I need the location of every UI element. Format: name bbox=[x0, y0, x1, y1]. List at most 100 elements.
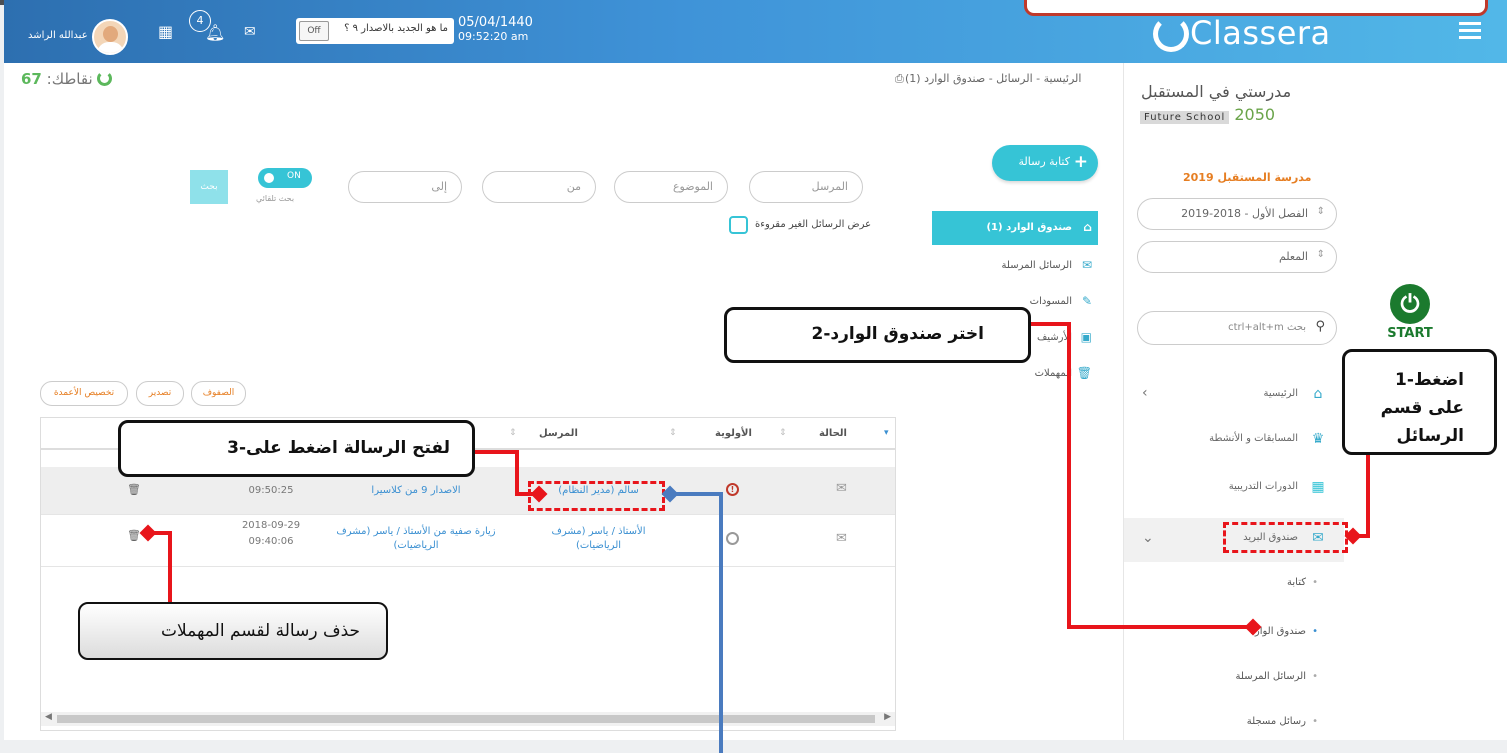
connector-line bbox=[515, 450, 519, 495]
search-icon: ⚲ bbox=[1315, 319, 1325, 334]
whats-new-box[interactable]: Off ما هو الجديد بالاصدار ٩ ؟ bbox=[296, 18, 454, 44]
mail-nav-sent[interactable]: الرسائل المرسلة ✉ bbox=[932, 249, 1098, 283]
sort-icon[interactable]: ⇕ bbox=[509, 428, 517, 438]
horizontal-scrollbar[interactable]: ◀ ▶ bbox=[41, 712, 895, 726]
date-from-input[interactable]: من bbox=[482, 171, 596, 203]
trash-icon[interactable]: 🗑︎ bbox=[127, 529, 141, 542]
classera-logo-icon bbox=[1153, 16, 1189, 52]
term-select[interactable]: الفصل الأول - 2018-2019 bbox=[1137, 198, 1337, 230]
unread-checkbox[interactable] bbox=[729, 216, 748, 234]
print-icon[interactable]: ⎙ bbox=[895, 72, 904, 86]
mail-nav-inbox[interactable]: صندوق الوارد (1) ⌂ bbox=[932, 211, 1098, 245]
compose-label: كتابة رسالة bbox=[1018, 155, 1071, 168]
subject-link[interactable]: الاصدار 9 من كلاسيرا bbox=[341, 484, 491, 498]
breadcrumb[interactable]: الرئيسية - الرسائل - صندوق الوارد (1) bbox=[905, 72, 1081, 85]
mail-icon[interactable]: ✉ bbox=[244, 24, 256, 40]
subject-link[interactable]: زيارة صفية من الأستاذ / ياسر (مشرف الريا… bbox=[331, 525, 501, 553]
envelope-icon: ✉ bbox=[836, 481, 847, 496]
avatar[interactable] bbox=[92, 19, 128, 55]
sidebar-item-label: المسابقات و الأنشطة bbox=[1209, 433, 1298, 444]
trophy-icon: ♛ bbox=[1311, 431, 1325, 447]
col-sender[interactable]: المرسل bbox=[539, 428, 578, 439]
sidebar-item-label: الدورات التدريبية bbox=[1228, 481, 1298, 492]
sort-icon[interactable]: ⇕ bbox=[669, 428, 677, 438]
step1-callout: 1-اضغط على قسم الرسائل bbox=[1342, 349, 1497, 455]
school-title: مدرسة المستقبل 2019 bbox=[1183, 171, 1312, 184]
sidebar-sub-compose[interactable]: كتابة bbox=[1124, 577, 1324, 588]
inbox-icon: ⌂ bbox=[1083, 220, 1092, 234]
whats-new-toggle[interactable]: Off bbox=[299, 21, 329, 41]
connector-line bbox=[475, 450, 519, 454]
high-priority-icon: ! bbox=[726, 483, 739, 496]
connector-line bbox=[1031, 322, 1071, 326]
compose-button[interactable]: كتابة رسالة + bbox=[992, 145, 1098, 181]
connector-line bbox=[671, 492, 723, 496]
building-icon[interactable]: ▦ bbox=[158, 22, 173, 41]
connector-line bbox=[168, 531, 172, 602]
top-annotation-box bbox=[1024, 0, 1488, 16]
chevron-down-icon: ⌄ bbox=[1142, 530, 1154, 546]
customize-columns-button[interactable]: تخصيص الأعمدة bbox=[40, 381, 128, 406]
sidebar-search-input[interactable]: ctrl+alt+m بحث ⚲ bbox=[1137, 311, 1337, 345]
auto-search-label: بحث تلقائي bbox=[256, 194, 295, 203]
step3-callout: 3-لفتح الرسالة اضغط على bbox=[118, 420, 475, 477]
date-to-input[interactable]: إلى bbox=[348, 171, 462, 203]
rows-button[interactable]: الصفوف bbox=[191, 381, 246, 406]
connector-line bbox=[719, 492, 723, 753]
future-school-logo: Future School 2050 bbox=[1140, 105, 1275, 124]
mail-nav-label: صندوق الوارد (1) bbox=[986, 222, 1072, 233]
time-cell: 09:50:25 bbox=[248, 485, 294, 496]
plus-icon: + bbox=[1073, 152, 1088, 172]
col-status[interactable]: الحالة bbox=[819, 428, 847, 439]
sort-icon[interactable]: ▾ bbox=[884, 428, 889, 438]
points-icon bbox=[97, 71, 113, 86]
date-display: 05/04/1440 09:52:20 am bbox=[458, 16, 533, 44]
scroll-left-icon[interactable]: ◀ bbox=[45, 712, 52, 722]
menu-icon[interactable] bbox=[1459, 22, 1481, 40]
sidebar-item-label: الرئيسية bbox=[1263, 388, 1298, 399]
sidebar-item-competitions[interactable]: المسابقات و الأنشطة ♛ bbox=[1124, 423, 1344, 457]
chevron-left-icon: ‹ bbox=[1142, 385, 1148, 401]
search-button[interactable]: بحث bbox=[190, 170, 228, 204]
sidebar-sub-sent[interactable]: الرسائل المرسلة bbox=[1124, 671, 1324, 682]
subject-filter-input[interactable]: الموضوع bbox=[614, 171, 728, 203]
toggle-on-label: ON bbox=[287, 171, 301, 181]
step2-callout: 2-اختر صندوق الوارد bbox=[724, 307, 1031, 363]
sidebar-item-courses[interactable]: الدورات التدريبية ▦ bbox=[1124, 471, 1344, 505]
trash-icon[interactable]: 🗑︎ bbox=[127, 483, 141, 496]
role-select[interactable]: المعلم bbox=[1137, 241, 1337, 273]
connector-line bbox=[1366, 455, 1370, 537]
power-icon: ⏻ bbox=[1390, 284, 1430, 324]
grid-icon: ▦ bbox=[1311, 479, 1325, 495]
normal-priority-icon bbox=[726, 532, 739, 545]
col-priority[interactable]: الأولوية bbox=[715, 428, 752, 439]
future-school-year: 2050 bbox=[1234, 105, 1276, 124]
brand-name[interactable]: Classera bbox=[1190, 14, 1331, 52]
toggle-knob bbox=[261, 170, 277, 186]
envelope-icon: ✉ bbox=[1081, 258, 1092, 272]
start-label: START bbox=[1387, 326, 1433, 341]
export-button[interactable]: تصدير bbox=[136, 381, 184, 406]
user-name[interactable]: عبدالله الراشد bbox=[28, 30, 88, 41]
scroll-right-icon[interactable]: ▶ bbox=[884, 712, 891, 722]
auto-search-toggle[interactable]: ON bbox=[258, 168, 312, 188]
open-envelope-icon: ✉ bbox=[836, 531, 847, 546]
sidebar-search-placeholder: ctrl+alt+m بحث bbox=[1228, 322, 1306, 333]
date-cell: 2018-09-29 bbox=[241, 520, 301, 531]
connector-line bbox=[1067, 322, 1071, 628]
trash-icon: 🗑︎ bbox=[1076, 366, 1092, 380]
points-value: 67 bbox=[21, 70, 42, 88]
mail-nav-label: الرسائل المرسلة bbox=[1001, 260, 1072, 271]
scrollbar-thumb[interactable] bbox=[57, 715, 875, 723]
sidebar-item-home[interactable]: ‹ الرئيسية ⌂ bbox=[1124, 378, 1344, 412]
points-display: نقاطك: 67 bbox=[21, 70, 113, 88]
mail-nav-label: المسودات bbox=[1029, 296, 1072, 307]
archive-icon: ▣ bbox=[1080, 330, 1092, 344]
sidebar-sub-recorded[interactable]: رسائل مسجلة bbox=[1124, 716, 1324, 727]
time-cell: 09:40:06 bbox=[248, 536, 294, 547]
sort-icon[interactable]: ⇕ bbox=[779, 428, 787, 438]
sender-link[interactable]: الأستاذ / ياسر (مشرف الرياضيات) bbox=[531, 525, 666, 553]
sender-filter-input[interactable]: المرسل bbox=[749, 171, 863, 203]
delete-note-callout: حذف رسالة لقسم المهملات bbox=[78, 602, 388, 660]
unread-label: عرض الرسائل الغير مقروءة bbox=[755, 219, 872, 230]
